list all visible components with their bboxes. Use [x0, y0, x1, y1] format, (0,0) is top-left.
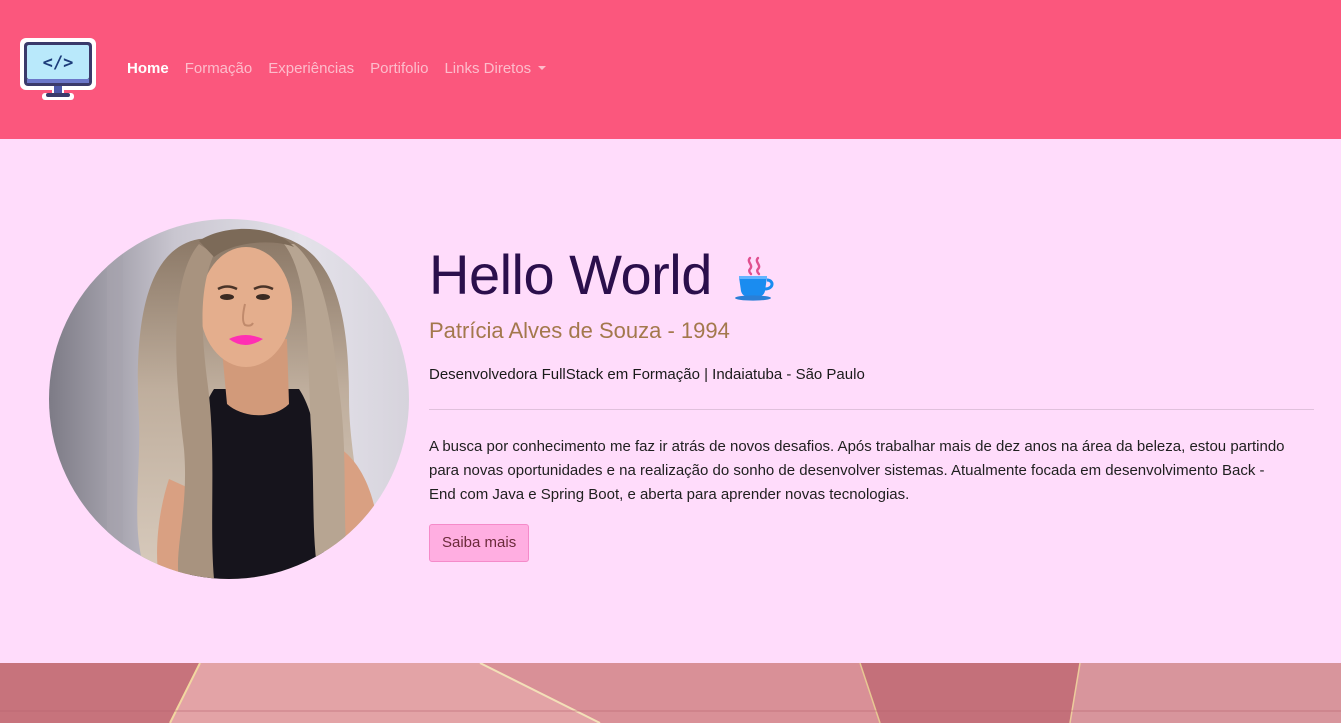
code-monitor-icon[interactable]: </>: [19, 37, 97, 101]
profile-photo: [49, 219, 409, 579]
chevron-down-icon: [538, 66, 547, 70]
subtitle: Patrícia Alves de Souza - 1994: [429, 318, 730, 343]
nav-menu: Home Formação Experiências Portifolio Li…: [127, 59, 562, 79]
title-row: Hello World: [429, 235, 1314, 315]
intro-content: Hello World Patrícia Alves de Souza - 19…: [429, 235, 1314, 562]
background-decoration: [0, 663, 1341, 723]
nav-links-diretos-dropdown[interactable]: Links Diretos: [444, 59, 547, 79]
nav-links-diretos-label: Links Diretos: [444, 60, 532, 77]
nav-experiencias[interactable]: Experiências: [268, 59, 354, 79]
hero-section: Hello World Patrícia Alves de Souza - 19…: [0, 139, 1341, 663]
divider: [429, 409, 1314, 410]
page-title: Hello World: [429, 243, 712, 306]
saiba-mais-button[interactable]: Saiba mais: [429, 524, 530, 562]
logo-text: </>: [43, 53, 74, 73]
nav-home[interactable]: Home: [127, 59, 169, 79]
navbar: </> Home Formação Experiências Portifoli…: [0, 0, 1341, 139]
nav-formacao[interactable]: Formação: [185, 59, 253, 79]
role-description: Desenvolvedora FullStack em Formação | I…: [429, 366, 865, 383]
nav-portifolio[interactable]: Portifolio: [370, 59, 428, 79]
hot-coffee-icon: [734, 255, 776, 301]
bio-text: A busca por conhecimento me faz ir atrás…: [429, 438, 1285, 503]
